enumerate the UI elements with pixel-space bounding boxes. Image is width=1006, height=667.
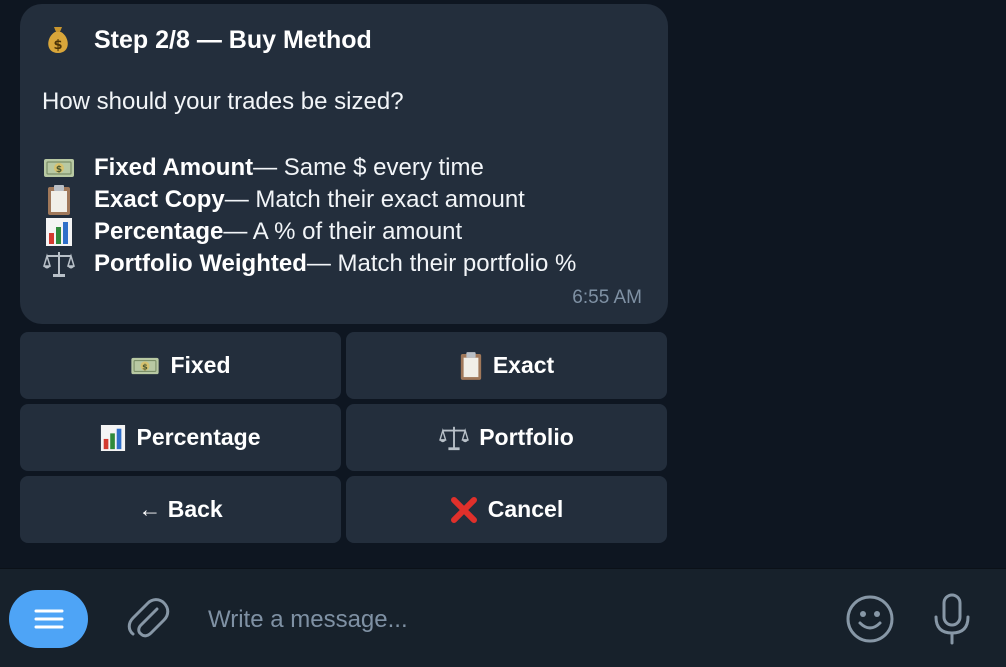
cross-mark-icon: [450, 496, 478, 524]
exact-button[interactable]: Exact: [346, 332, 667, 399]
chat-area: $ Step 2/8 — Buy Method How should your …: [0, 0, 1006, 568]
option-portfolio-weighted: Portfolio Weighted — Match their portfol…: [42, 248, 576, 280]
svg-text:$: $: [56, 165, 62, 175]
option-desc: — A % of their amount: [223, 218, 463, 245]
attach-button[interactable]: [124, 594, 172, 642]
option-exact-copy: Exact Copy — Match their exact amount: [42, 184, 576, 216]
message-composer: [0, 568, 1006, 667]
fixed-button[interactable]: $ Fixed: [20, 332, 341, 399]
svg-text:$: $: [53, 38, 62, 53]
emoji-button[interactable]: [844, 593, 896, 645]
svg-text:$: $: [143, 361, 149, 371]
scales-icon: [42, 249, 76, 279]
option-fixed-amount: $ Fixed Amount — Same $ every time: [42, 152, 576, 184]
option-desc: — Same $ every time: [253, 154, 484, 181]
bot-menu-button[interactable]: [9, 590, 88, 648]
message-question: How should your trades be sized?: [42, 88, 404, 115]
message-title: Step 2/8 — Buy Method: [94, 25, 372, 54]
percentage-button-label: Percentage: [136, 424, 261, 450]
option-desc: — Match their portfolio %: [306, 250, 577, 277]
option-desc: — Match their exact amount: [224, 186, 525, 213]
option-name: Portfolio Weighted: [94, 250, 307, 277]
smiley-icon: [846, 595, 894, 643]
portfolio-button[interactable]: Portfolio: [346, 404, 667, 471]
menu-icon: [34, 609, 63, 629]
scales-icon: [439, 424, 470, 452]
message-time: 6:55 AM: [572, 287, 642, 308]
bar-chart-icon: [42, 217, 76, 247]
exact-button-label: Exact: [492, 352, 555, 378]
back-button[interactable]: ← Back: [20, 476, 341, 543]
fixed-button-label: Fixed: [170, 352, 231, 378]
option-name: Percentage: [94, 218, 224, 245]
option-list: $ Fixed Amount — Same $ every time Exact…: [42, 152, 576, 280]
cancel-button[interactable]: Cancel: [346, 476, 667, 543]
clipboard-icon: [42, 185, 76, 215]
banknote-icon: $: [42, 153, 76, 183]
message-bubble: $ Step 2/8 — Buy Method How should your …: [20, 4, 668, 324]
paperclip-icon: [127, 598, 170, 638]
percentage-button[interactable]: Percentage: [20, 404, 341, 471]
cancel-button-label: Cancel: [487, 496, 564, 522]
back-button-label: ← Back: [138, 496, 223, 522]
bar-chart-icon: [100, 424, 126, 452]
option-name: Exact Copy: [94, 186, 225, 213]
money-bag-icon: $: [42, 24, 74, 56]
microphone-icon: [934, 593, 970, 645]
option-name: Fixed Amount: [94, 154, 254, 181]
option-percentage: Percentage — A % of their amount: [42, 216, 576, 248]
message-input[interactable]: [206, 599, 810, 641]
portfolio-button-label: Portfolio: [479, 424, 574, 450]
clipboard-icon: [459, 351, 483, 381]
message-title-row: $ Step 2/8 — Buy Method: [42, 24, 372, 56]
voice-message-button[interactable]: [930, 591, 974, 647]
banknote-icon: $: [130, 356, 160, 376]
